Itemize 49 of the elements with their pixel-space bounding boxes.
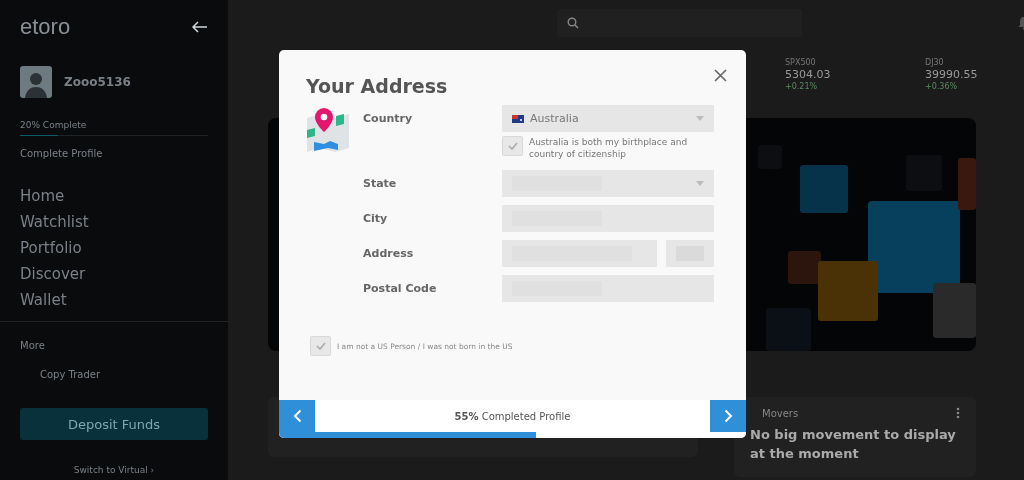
nav-item[interactable]: Home	[20, 183, 65, 209]
more-heading: More	[20, 340, 45, 351]
previous-button[interactable]	[279, 400, 315, 432]
completion-text: 55% Completed Profile	[453, 410, 572, 422]
switch-link[interactable]: Switch to Virtual ›	[73, 465, 155, 475]
flag-icon	[512, 114, 524, 123]
empty-message: No big movement to display at the moment	[750, 426, 957, 463]
map-pin-icon	[306, 108, 350, 154]
complete-profile-link[interactable]: Complete Profile	[20, 148, 103, 159]
caret-icon	[696, 181, 704, 186]
ticker-price: 5304.03	[785, 68, 832, 81]
field-label: Postal Code	[363, 282, 438, 295]
ticker-symbol: SPX500	[785, 58, 817, 67]
chevron-left-icon	[292, 409, 302, 423]
nav-item[interactable]: Portfolio	[20, 235, 82, 261]
field-label: Country	[363, 112, 414, 125]
checkmark-icon	[507, 142, 518, 150]
nav-item[interactable]: Wallet	[20, 287, 67, 313]
dropdown-field[interactable]: Australia	[502, 105, 714, 132]
ticker-symbol: DJ30	[925, 58, 945, 67]
close-icon[interactable]	[714, 69, 727, 82]
field-label: State	[363, 177, 398, 190]
caret-icon	[696, 116, 704, 121]
checkbox[interactable]	[310, 336, 331, 356]
checkbox[interactable]	[502, 136, 523, 156]
menu-item[interactable]: Copy Trader	[20, 369, 101, 380]
back-arrow-icon[interactable]	[192, 21, 208, 33]
username[interactable]: Zooo5136	[64, 75, 131, 89]
next-button[interactable]	[710, 400, 746, 432]
search-icon	[567, 17, 579, 29]
field-label: Address	[363, 247, 415, 260]
field-label: City	[363, 212, 389, 225]
search-field[interactable]	[557, 9, 802, 37]
chevron-right-icon	[723, 409, 733, 423]
avatar[interactable]	[20, 66, 52, 98]
dialog-title: Your Address	[306, 75, 448, 97]
nav-item[interactable]: Discover	[20, 261, 86, 287]
profile-progress-label: 20% Complete	[20, 120, 87, 130]
input-field[interactable]	[666, 240, 714, 267]
deposit-button[interactable]: Deposit Funds	[20, 408, 208, 440]
logo[interactable]: etoro	[20, 14, 71, 40]
checkbox-label: Australia is both my birthplace and country of citizenship	[529, 136, 689, 160]
card-title: Movers	[762, 407, 799, 419]
ticker-price: 39990.55	[925, 68, 979, 81]
nav-item[interactable]: Watchlist	[20, 209, 89, 235]
ticker-change: +0.21%	[785, 82, 819, 91]
ticker-change: +0.36%	[925, 82, 959, 91]
more-options-icon[interactable]	[956, 407, 960, 419]
checkmark-icon	[315, 342, 326, 350]
